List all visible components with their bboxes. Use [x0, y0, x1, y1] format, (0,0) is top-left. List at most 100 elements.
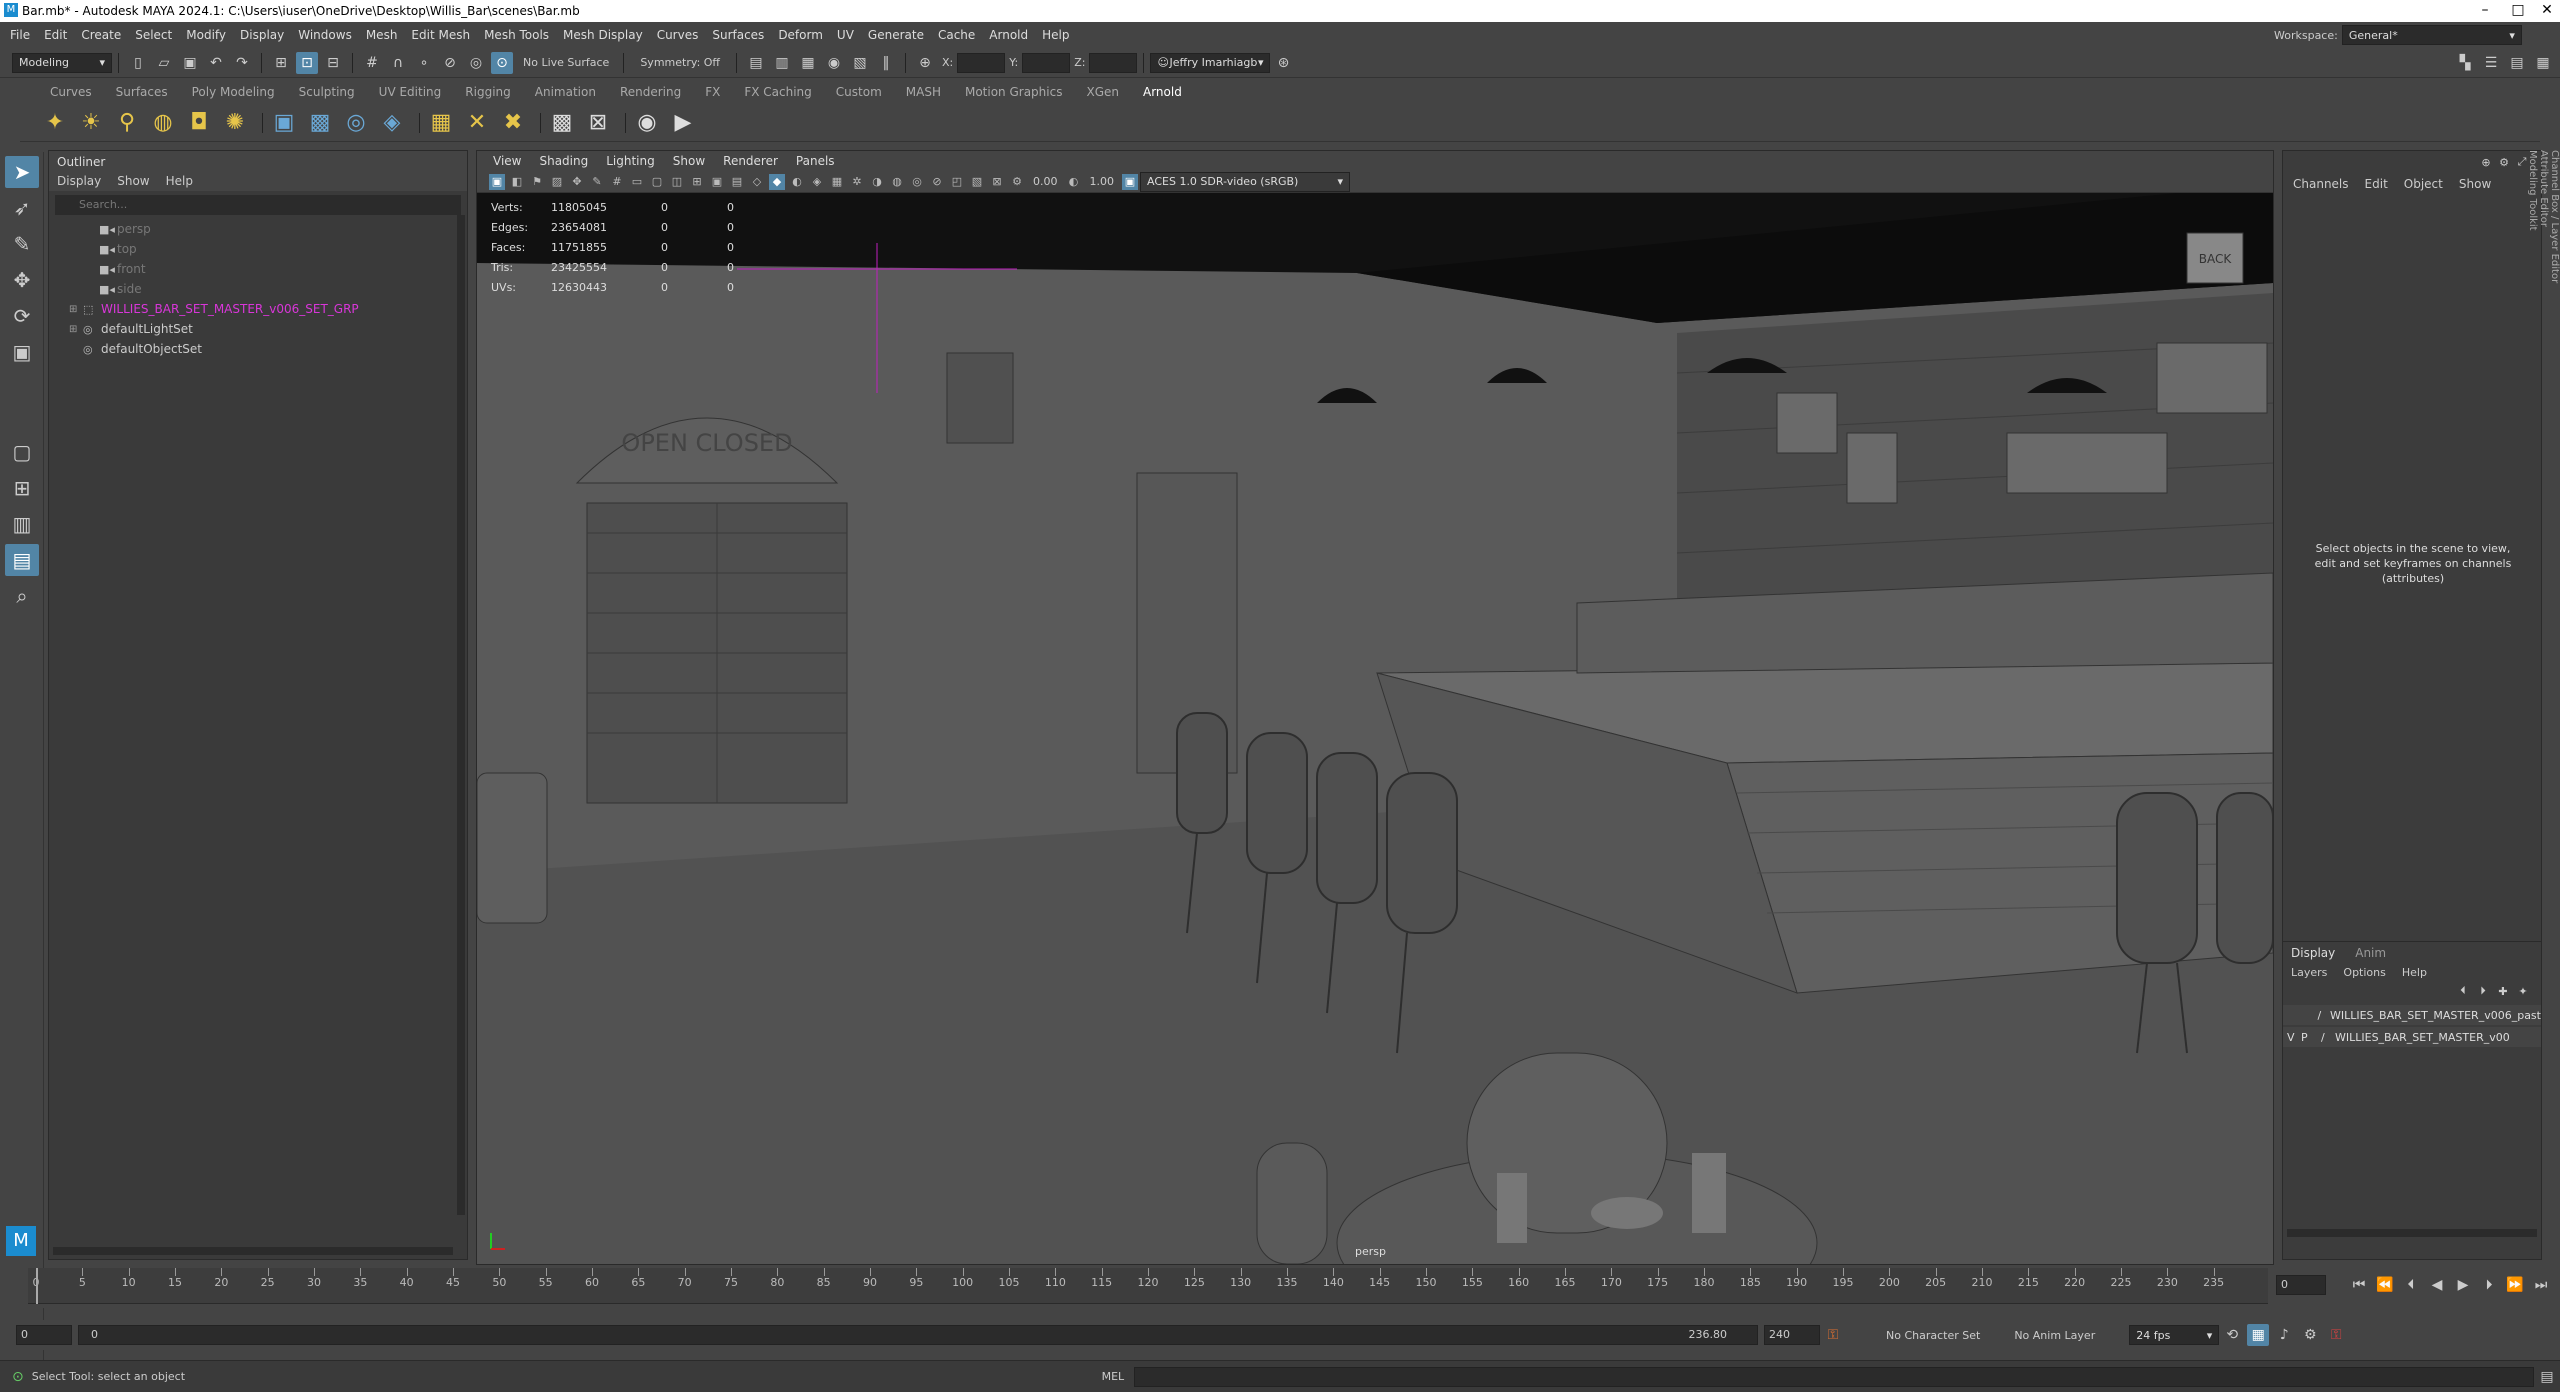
end-frame-field[interactable]: 240 [1764, 1325, 1820, 1345]
shelf-tab-curves[interactable]: Curves [50, 85, 92, 99]
menu-arnold[interactable]: Arnold [989, 28, 1028, 42]
zoom-icon[interactable]: ⌕ [5, 580, 39, 612]
render-settings-icon[interactable]: ▦ [797, 52, 819, 74]
volume-icon[interactable]: ▩ [305, 108, 335, 138]
resolution-gate-icon[interactable]: ▢ [649, 174, 665, 190]
shelf-tab-poly-modeling[interactable]: Poly Modeling [192, 85, 275, 99]
menu-edit-mesh[interactable]: Edit Mesh [411, 28, 470, 42]
loop-icon[interactable]: ⟲ [2221, 1324, 2243, 1346]
license-icon[interactable]: ▩ [547, 108, 577, 138]
menu-edit[interactable]: Edit [44, 28, 67, 42]
layer-row[interactable]: / WILLIES_BAR_SET_MASTER_v006_past [2283, 1005, 2541, 1025]
maya-home-icon[interactable]: M [6, 1226, 36, 1256]
layer-move-down-icon[interactable]: ⏵ [2475, 983, 2491, 999]
new-scene-icon[interactable]: ▯ [127, 52, 149, 74]
render-view-icon[interactable]: ◉ [632, 108, 662, 138]
outliner-menu-display[interactable]: Display [57, 174, 101, 188]
step-back-key-icon[interactable]: ⏪ [2374, 1274, 2396, 1296]
gamma-value[interactable]: 1.00 [1090, 175, 1115, 188]
redo-icon[interactable]: ↷ [231, 52, 253, 74]
channelbox-menu-edit[interactable]: Edit [2365, 177, 2388, 191]
viewport-menu-view[interactable]: View [493, 154, 521, 168]
wireframe-icon[interactable]: ◇ [749, 174, 765, 190]
maximize-button[interactable]: □ [2503, 2, 2533, 18]
two-d-pan-icon[interactable]: ✥ [569, 174, 585, 190]
channelbox-menu-channels[interactable]: Channels [2293, 177, 2349, 191]
mesh-light-icon[interactable]: ◘ [184, 108, 214, 138]
open-scene-icon[interactable]: ▱ [153, 52, 175, 74]
step-forward-frame-icon[interactable]: ⏵ [2478, 1274, 2500, 1296]
time-slider[interactable]: 0 5 10 15 20 25 30 35 40 45 50 55 60 65 70 75 80 85 90 95 10… [0, 1268, 2560, 1308]
hypershade-icon[interactable]: ◉ [823, 52, 845, 74]
play-back-icon[interactable]: ◀ [2426, 1274, 2448, 1296]
step-forward-key-icon[interactable]: ⏩ [2504, 1274, 2526, 1296]
camera-attributes-icon[interactable]: ◧ [509, 174, 525, 190]
menu-mesh-tools[interactable]: Mesh Tools [484, 28, 549, 42]
lasso-tool-icon[interactable]: ➶ [5, 192, 39, 224]
move-tool-icon[interactable]: ✥ [5, 264, 39, 296]
menu-deform[interactable]: Deform [778, 28, 823, 42]
layer-hscrollbar[interactable] [2287, 1229, 2537, 1237]
layer-playback[interactable]: P [2301, 1031, 2321, 1044]
image-plane-icon[interactable]: ▨ [549, 174, 565, 190]
layer-tab-anim[interactable]: Anim [2355, 946, 2386, 960]
viewport-menu-show[interactable]: Show [673, 154, 705, 168]
shelf-tab-mash[interactable]: MASH [906, 85, 941, 99]
gate-mask-icon[interactable]: ◫ [669, 174, 685, 190]
go-to-end-icon[interactable]: ⏭ [2530, 1274, 2552, 1296]
shelf-tab-surfaces[interactable]: Surfaces [116, 85, 168, 99]
snap-grid-icon[interactable]: # [361, 52, 383, 74]
outliner-layout-icon[interactable]: ▤ [5, 544, 39, 576]
snap-surface-icon[interactable]: ◎ [465, 52, 487, 74]
outliner-item-side[interactable]: ■◂ side [49, 279, 467, 299]
viewport-menu-panels[interactable]: Panels [796, 154, 835, 168]
current-frame-field[interactable]: 0 [2276, 1275, 2326, 1295]
rotate-tool-icon[interactable]: ⟳ [5, 300, 39, 332]
outliner-search-input[interactable]: Search... [55, 195, 461, 215]
layer-color-swatch[interactable]: / [2317, 1009, 2330, 1022]
flush-cache-icon[interactable]: ▦ [426, 108, 456, 138]
expand-icon[interactable]: ⊞ [69, 324, 83, 335]
menu-create[interactable]: Create [81, 28, 121, 42]
select-object-icon[interactable]: ⊡ [296, 51, 318, 74]
command-input[interactable] [1134, 1366, 2535, 1387]
start-frame-field[interactable]: 0 [16, 1325, 72, 1345]
menu-select[interactable]: Select [135, 28, 172, 42]
viewport-menu-lighting[interactable]: Lighting [606, 154, 655, 168]
paint-select-icon[interactable]: ✎ [5, 228, 39, 260]
flush-texture-icon[interactable]: ✕ [462, 108, 492, 138]
time-ruler[interactable]: 0510152025303540455055606570758085909510… [28, 1268, 2268, 1304]
shelf-tab-rigging[interactable]: Rigging [465, 85, 510, 99]
exposure-value[interactable]: 0.00 [1033, 175, 1058, 188]
outliner-item-persp[interactable]: ■◂ persp [49, 219, 467, 239]
safe-title-icon[interactable]: ▤ [729, 174, 745, 190]
outliner-vscrollbar[interactable] [457, 215, 465, 1215]
snap-point-icon[interactable]: ∘ [413, 52, 435, 74]
curve-collector-icon[interactable]: ◎ [341, 108, 371, 138]
close-button[interactable]: ✕ [2532, 2, 2560, 18]
outliner-toggle-icon[interactable]: ☰ [2480, 52, 2502, 74]
preferences-icon[interactable]: ⚙ [2299, 1324, 2321, 1346]
auto-key-icon[interactable]: ⚿ [1822, 1324, 1844, 1346]
channelbox-settings-icon[interactable]: ⚙ [2497, 155, 2511, 169]
gamma-icon[interactable]: ◐ [1066, 174, 1082, 190]
go-to-start-icon[interactable]: ⏮ [2348, 1274, 2370, 1296]
two-view-icon[interactable]: ▥ [5, 508, 39, 540]
symmetry-dropdown[interactable]: Symmetry: Off [640, 56, 720, 69]
four-view-icon[interactable]: ⊞ [5, 472, 39, 504]
transform-input-icon[interactable]: ⊕ [914, 52, 936, 74]
shelf-tab-xgen[interactable]: XGen [1086, 85, 1119, 99]
menu-mesh[interactable]: Mesh [366, 28, 398, 42]
field-chart-icon[interactable]: ⊞ [689, 174, 705, 190]
script-language[interactable]: MEL [1102, 1370, 1125, 1383]
render-view-icon[interactable]: ▧ [849, 52, 871, 74]
outliner-menu-show[interactable]: Show [117, 174, 149, 188]
x-field[interactable] [957, 52, 1006, 73]
menu-surfaces[interactable]: Surfaces [712, 28, 764, 42]
fps-dropdown[interactable]: 24 fps ▾ [2129, 1325, 2220, 1345]
playhead[interactable] [36, 1268, 38, 1304]
select-camera-icon[interactable]: ▣ [489, 173, 505, 190]
shelf-tab-motion-graphics[interactable]: Motion Graphics [965, 85, 1063, 99]
anti-alias-icon[interactable]: ⊘ [929, 174, 945, 190]
layer-menu-layers[interactable]: Layers [2291, 966, 2327, 979]
